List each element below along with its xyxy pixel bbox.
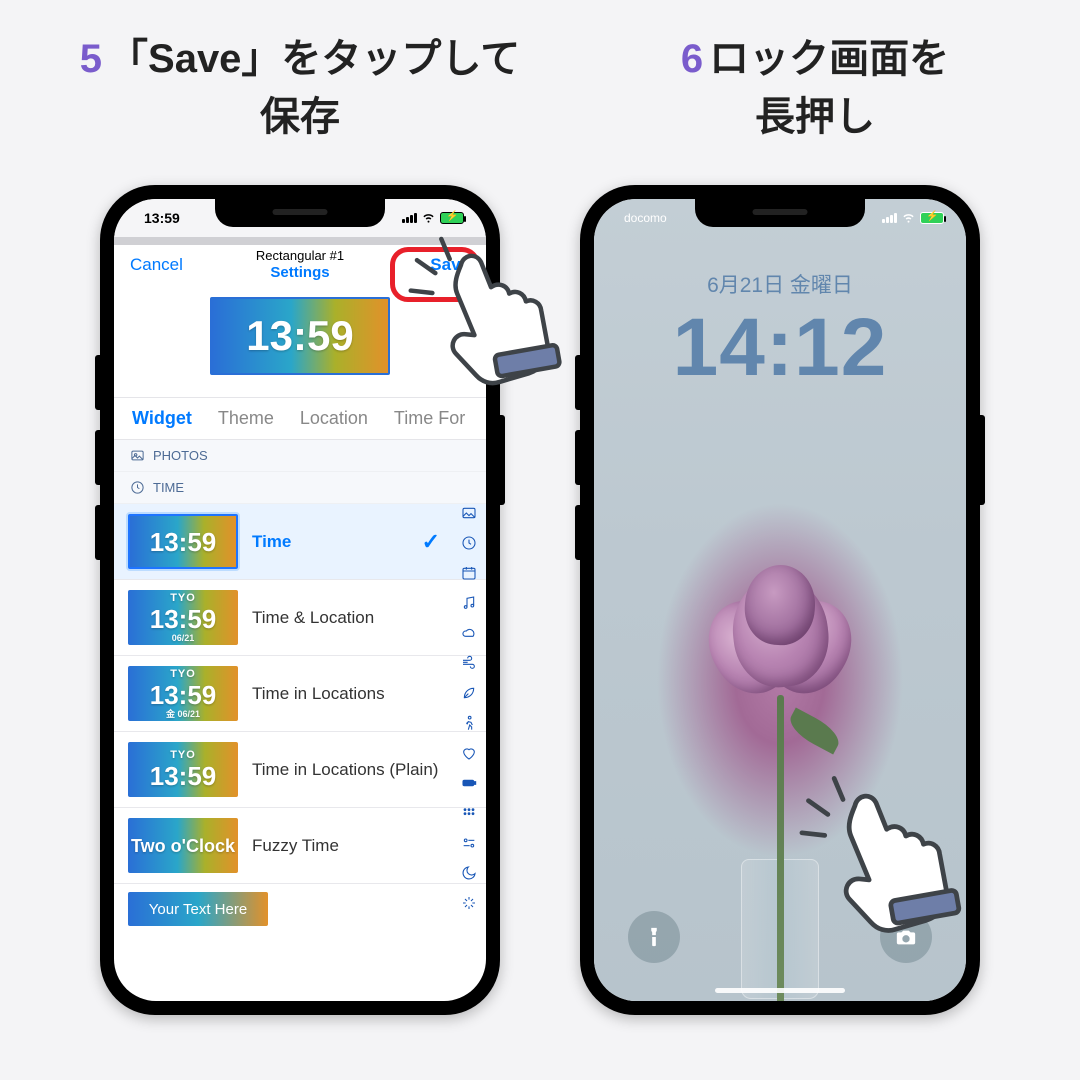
segment-tabs: Widget Theme Location Time For — [114, 397, 486, 440]
tab-theme[interactable]: Theme — [218, 408, 274, 429]
photos-icon — [130, 448, 145, 463]
signal-icon — [882, 213, 897, 223]
tab-timeformat[interactable]: Time For — [394, 408, 465, 429]
section-photos-label: PHOTOS — [153, 448, 208, 463]
step6-number: 6 — [681, 37, 703, 81]
rail-sparkle-icon — [460, 894, 478, 912]
rail-clock-icon — [460, 534, 478, 552]
option-time-locations-plain-label: Time in Locations (Plain) — [252, 759, 438, 780]
thumb-tyo: TYO — [170, 593, 196, 604]
step5-line1: 「Save」をタップして — [108, 37, 520, 81]
step6-caption: 6ロック画面を 長押し — [600, 30, 1030, 146]
section-time[interactable]: TIME — [114, 472, 486, 504]
clock-icon — [130, 480, 145, 495]
thumb-tyo: TYO — [170, 750, 196, 761]
battery-charging-icon — [920, 212, 944, 224]
rail-calendar-icon — [460, 564, 478, 582]
rail-photos-icon — [460, 504, 478, 522]
phone-notch — [695, 199, 865, 227]
rail-battery-icon — [460, 774, 478, 792]
section-time-label: TIME — [153, 480, 184, 495]
thumb-day: 金 — [166, 709, 175, 719]
battery-charging-icon — [440, 212, 464, 224]
wifi-icon — [421, 209, 436, 227]
modal-title: Rectangular #1 — [256, 249, 344, 264]
status-icons — [402, 209, 464, 227]
option-time-locations-plain[interactable]: TYO 13:59 Time in Locations (Plain) — [114, 732, 486, 808]
thumb-date: 06/21 — [172, 634, 195, 643]
phone-notch — [215, 199, 385, 227]
rail-walk-icon — [460, 714, 478, 732]
option-time[interactable]: 13:59 Time ✓ — [114, 504, 486, 580]
checkmark-icon: ✓ — [422, 529, 446, 555]
option-fuzzy-label: Fuzzy Time — [252, 835, 339, 856]
tab-widget[interactable]: Widget — [132, 408, 192, 429]
rail-sliders-icon — [460, 834, 478, 852]
lock-date: 6月21日 金曜日 — [594, 269, 966, 299]
flashlight-button[interactable] — [628, 911, 680, 963]
thumb-date: 06/21 — [178, 709, 201, 719]
rail-music-icon — [460, 594, 478, 612]
tab-location[interactable]: Location — [300, 408, 368, 429]
option-fuzzy-time[interactable]: Two o'Clock Fuzzy Time — [114, 808, 486, 884]
option-time-locations-plain-thumb: TYO 13:59 — [128, 742, 238, 797]
option-peek: Your Text Here — [114, 884, 486, 926]
option-time-locations-label: Time in Locations — [252, 683, 385, 704]
rail-heart-icon — [460, 744, 478, 762]
option-time-thumb: 13:59 — [128, 514, 238, 569]
step5-number: 5 — [80, 37, 102, 81]
peek-thumb: Your Text Here — [128, 892, 268, 926]
option-time-label: Time — [252, 531, 291, 552]
step5-caption: 5「Save」をタップして 保存 — [60, 30, 540, 146]
wifi-icon — [901, 209, 916, 227]
rail-wind-icon — [460, 654, 478, 672]
step6-line1: ロック画面を — [709, 37, 949, 81]
section-photos[interactable]: PHOTOS — [114, 440, 486, 472]
status-time: 13:59 — [144, 210, 180, 226]
thumb-time: 13:59 — [150, 682, 217, 708]
option-time-locations[interactable]: TYO 13:59 金 06/21 Time in Locations — [114, 656, 486, 732]
rail-moon-icon — [460, 864, 478, 882]
option-time-location-label: Time & Location — [252, 607, 374, 628]
rail-grid-icon — [460, 804, 478, 822]
thumb-time: 13:59 — [150, 606, 217, 632]
home-indicator[interactable] — [715, 988, 845, 993]
category-scrubber[interactable] — [458, 498, 480, 918]
signal-icon — [402, 213, 417, 223]
option-time-location[interactable]: TYO 13:59 06/21 Time & Location — [114, 580, 486, 656]
option-fuzzy-thumb: Two o'Clock — [128, 818, 238, 873]
rail-leaf-icon — [460, 684, 478, 702]
settings-link[interactable]: Settings — [256, 264, 344, 281]
step6-line2: 長押し — [755, 95, 875, 139]
preview-tile: 13:59 — [210, 297, 390, 375]
rail-weather-icon — [460, 624, 478, 642]
carrier-label: docomo — [624, 211, 667, 225]
thumb-tyo: TYO — [170, 669, 196, 680]
thumb-time: 13:59 — [150, 763, 217, 789]
option-time-locations-thumb: TYO 13:59 金 06/21 — [128, 666, 238, 721]
lock-time: 14:12 — [594, 301, 966, 395]
status-icons — [882, 209, 944, 227]
option-time-location-thumb: TYO 13:59 06/21 — [128, 590, 238, 645]
step5-line2: 保存 — [260, 95, 340, 139]
cancel-button[interactable]: Cancel — [130, 255, 183, 275]
